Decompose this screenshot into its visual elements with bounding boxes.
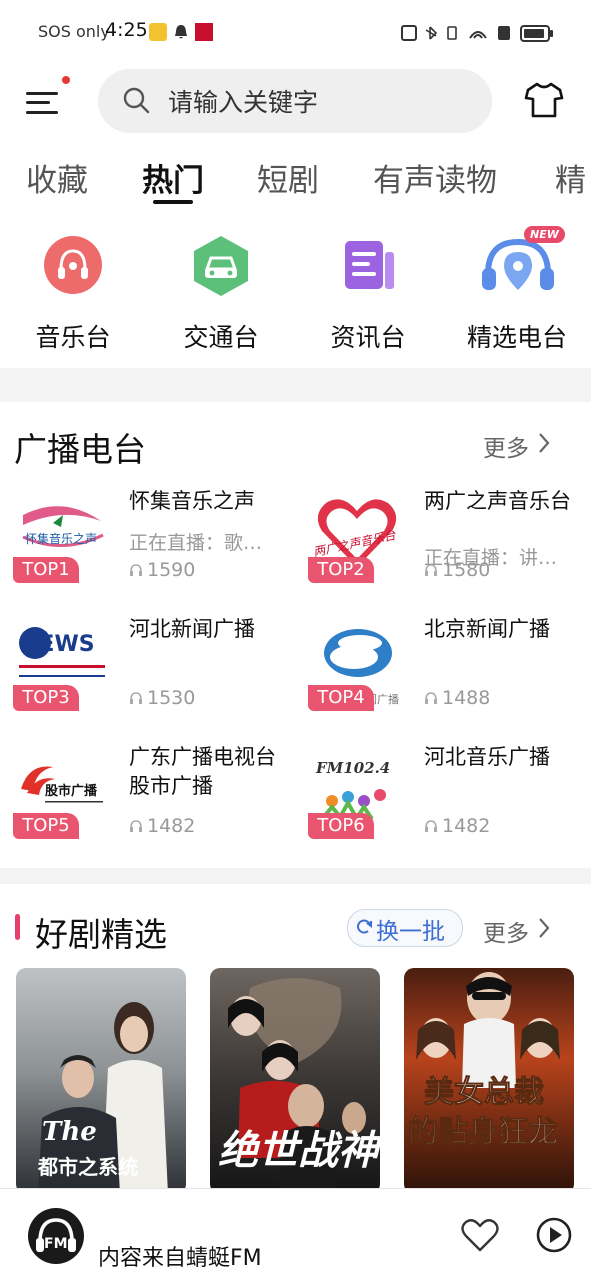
station-listeners-3: 1530 [147,687,196,709]
status-bar: SOS only 4:25 [0,0,591,64]
svg-text:的贴身狂龙: 的贴身狂龙 [408,1115,558,1150]
station-thumb-2[interactable]: 两广之声音乐台 TOP2 [308,485,406,583]
tab-featured[interactable]: 精 [555,155,586,200]
poster-art-1: The 都市之系统 [37,1002,168,1194]
headphone-icon [425,564,437,576]
headphones-location-icon[interactable] [480,234,556,296]
music-radio-icon[interactable] [43,235,103,295]
station-listeners-1: 1590 [147,559,196,581]
news-icon[interactable] [344,240,396,292]
qingting-fm-logo[interactable]: FM [28,1208,84,1264]
poster-art-3: 美女总裁 的贴身狂龙 [408,972,560,1151]
category-label-traffic[interactable]: 交通台 [151,318,291,354]
station-name-1[interactable]: 怀集音乐之声 [129,487,279,516]
drama-more-link[interactable]: 更多 [483,914,529,948]
play-icon[interactable] [535,1216,573,1254]
svg-text:The: The [42,1117,97,1147]
station-thumb-6[interactable]: FM102.4 TOP6 [308,741,406,839]
svg-text:美女总裁: 美女总裁 [424,1075,544,1110]
swap-batch-label[interactable]: 换一批 [376,912,445,946]
station-listeners-4: 1488 [442,687,491,709]
rank-badge: TOP4 [308,685,374,711]
player-source-text: 内容来自蜻蜓FM [98,1246,262,1271]
notification-dot [62,76,70,84]
battery-icon [520,25,553,42]
bell-icon [175,25,187,39]
tab-favorites[interactable]: 收藏 [26,155,88,200]
svg-text:绝世战神: 绝世战神 [218,1127,380,1174]
svg-text:股市广播: 股市广播 [45,783,98,799]
station-name-2[interactable]: 两广之声音乐台 [424,487,574,516]
headphone-icon [425,692,437,704]
sos-text: SOS only [38,22,110,41]
radio-more-link[interactable]: 更多 [483,429,529,463]
station-name-4[interactable]: 北京新闻广播 [424,615,574,644]
rank-badge: TOP6 [308,813,374,839]
tab-hot[interactable]: 热门 [142,155,204,200]
station-name-6[interactable]: 河北音乐广播 [424,743,574,772]
new-badge: NEW [524,226,565,243]
category-label-news[interactable]: 资讯台 [298,318,438,354]
poster-art-2: 绝世战神 [218,978,380,1194]
rank-badge: TOP1 [13,557,79,583]
car-icon[interactable] [192,235,250,297]
menu-button[interactable] [26,86,64,118]
svg-text:FM: FM [44,1236,68,1252]
svg-text:都市之系统: 都市之系统 [37,1155,138,1179]
chevron-right-icon[interactable] [537,432,551,454]
station-live-1: 正在直播：歌… [129,532,263,554]
station-name-5[interactable]: 广东广播电视台股市广播 [129,743,279,801]
headphone-icon [130,820,142,832]
station-name-3[interactable]: 河北新闻广播 [129,615,279,644]
app-notification-icon-2 [195,23,213,41]
search-placeholder[interactable]: 请输入关键字 [168,83,318,119]
rank-badge: TOP5 [13,813,79,839]
radio-section-title: 广播电台 [14,430,146,469]
station-listeners-5: 1482 [147,815,196,837]
player-bar [0,1188,591,1281]
station-thumb-1[interactable]: 怀集音乐之声 TOP1 [13,485,111,583]
headphone-icon [130,564,142,576]
status-icons [401,25,510,41]
station-thumb-4[interactable]: 闻广播 TOP4 [308,613,406,711]
drama-poster-2[interactable]: 绝世战神 [210,968,380,1194]
category-label-music[interactable]: 音乐台 [3,318,143,354]
station-listeners-6: 1482 [442,815,491,837]
drama-poster-1[interactable]: The 都市之系统 [16,968,186,1194]
tab-short-drama[interactable]: 短剧 [257,155,319,200]
station-listeners-2: 1580 [442,559,491,581]
svg-text:FM102.4: FM102.4 [315,759,390,777]
heart-icon[interactable] [461,1218,499,1252]
headphone-icon [130,692,142,704]
refresh-icon[interactable] [355,918,373,936]
section-accent-bar [15,914,20,940]
category-label-featured[interactable]: 精选电台 [447,318,587,354]
headphone-icon [425,820,437,832]
station-thumb-3[interactable]: NEWS TOP3 [13,613,111,711]
chevron-right-icon[interactable] [537,917,551,939]
svg-text:NEWS: NEWS [21,632,95,657]
drama-poster-3[interactable]: 美女总裁 的贴身狂龙 [404,968,574,1194]
app-notification-icon [149,23,167,41]
rank-badge: TOP3 [13,685,79,711]
skin-shirt-icon[interactable] [524,82,564,118]
tab-audiobooks[interactable]: 有声读物 [373,155,497,200]
clock: 4:25 [105,19,148,41]
svg-text:怀集音乐之声: 怀集音乐之声 [25,531,97,546]
station-thumb-5[interactable]: 股市广播 TOP5 [13,741,111,839]
active-tab-indicator [153,200,193,204]
headphones-logo-icon: FM [36,1218,76,1252]
drama-section-title: 好剧精选 [35,915,167,954]
rank-badge: TOP2 [308,557,374,583]
search-icon [123,87,150,114]
